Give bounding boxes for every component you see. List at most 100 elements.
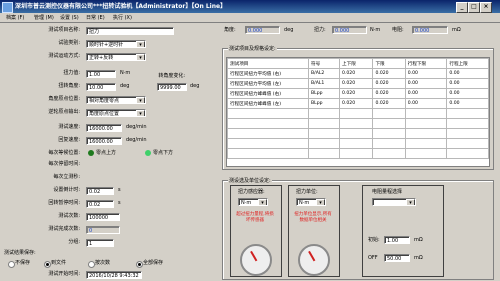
cell-symbol: B/AL1 <box>308 78 340 89</box>
cell-lower[interactable]: 0.020 <box>372 68 406 79</box>
cell-lower[interactable]: 0.020 <box>372 88 406 99</box>
twist-angle-unit: deg <box>120 83 130 89</box>
label-test-speed: 测试速度: <box>58 124 80 130</box>
torque-value-input[interactable]: 1.00 <box>86 70 116 78</box>
initial-unit: mΩ <box>414 237 423 243</box>
torque-unit: N·m <box>120 70 131 76</box>
cell-stroke-upper[interactable]: 0.00 <box>446 88 489 99</box>
resistance-range-select[interactable] <box>372 198 416 206</box>
table-row-empty <box>227 108 489 119</box>
torque-unit-gauge <box>298 244 330 276</box>
cell-symbol: BLpp <box>308 88 340 99</box>
resistance-readout-unit: mΩ <box>452 27 461 33</box>
twist-angle-input[interactable]: 10.00 <box>86 83 116 91</box>
test-speed-unit: deg/min <box>126 124 147 130</box>
radio-to-file-label: 到文件 <box>51 260 67 266</box>
menu-execute[interactable]: 执行 (X) <box>113 14 132 21</box>
cell-stroke-lower[interactable]: 0.00 <box>404 98 448 109</box>
close-button[interactable]: × <box>480 2 492 13</box>
torque-unit-select[interactable]: N·m <box>296 198 326 206</box>
countdown-unit: s <box>118 187 121 193</box>
label-stand-time: 每次立测秒: <box>53 174 80 180</box>
spec-table: 测试项目 符号 上下限 下限 行程下限 行程上限 行程区间扭力平均值 (右) B… <box>227 58 489 159</box>
group-input[interactable]: 1 <box>86 239 114 247</box>
table-row[interactable]: 行程区间扭力平均值 (右) B/AL2 0.020 0.020 0.00 0.0… <box>227 68 489 79</box>
cell-stroke-upper[interactable]: 0.00 <box>446 98 489 109</box>
initial-label: 初始: <box>368 237 380 243</box>
cell-stroke-lower[interactable]: 0.00 <box>404 68 448 79</box>
torque-sensor-select[interactable]: N·m <box>238 198 268 206</box>
origin-output-select[interactable]: 角度原点位置 <box>86 109 146 117</box>
menu-bar: 档案 (F) 管理 (M) 设置 (S) 日常 (E) 执行 (X) <box>0 13 500 22</box>
table-row-empty <box>227 128 489 139</box>
torque-readout-unit: N·m <box>370 27 381 33</box>
menu-daily[interactable]: 日常 (E) <box>86 14 105 21</box>
cell-upper[interactable]: 0.020 <box>338 68 374 79</box>
test-speed-input[interactable]: 16000.00 <box>86 124 122 132</box>
pause-time-input[interactable]: 0.02 <box>86 200 114 208</box>
menu-manage[interactable]: 管理 (M) <box>34 14 54 21</box>
test-type-select[interactable]: 顺时针+逆时针 <box>86 40 146 48</box>
angle-readout-value: 0.000 <box>245 26 280 34</box>
label-wait-position: 每次等候位置: <box>48 150 80 156</box>
window-title: 深圳市普云测控仪器有限公司***扭转试验机【Administrator】【On … <box>15 3 227 10</box>
pos-down-indicator[interactable] <box>145 150 151 156</box>
pos-up-indicator[interactable] <box>88 150 94 156</box>
col-header-item: 测试项目 <box>227 58 309 69</box>
gauge-needle <box>250 250 258 262</box>
initial-input[interactable]: 1.00 <box>384 236 410 244</box>
cell-lower[interactable]: 0.020 <box>372 78 406 89</box>
cell-stroke-lower[interactable]: 0.00 <box>404 78 448 89</box>
label-twist-angle: 扭转角度: <box>58 83 80 89</box>
motion-mode-select[interactable]: 正转+反转 <box>86 53 146 61</box>
cell-item: 行程区间扭力平均值 (左) <box>227 78 309 89</box>
table-row[interactable]: 行程区间扭力峰峰值 (左) BLpp 0.020 0.020 0.00 0.00 <box>227 98 489 109</box>
angle-origin-select[interactable]: 相对角度零点 <box>86 96 146 104</box>
label-test-count: 测试次数: <box>58 213 80 219</box>
label-motion-mode: 测试运动方式: <box>48 53 80 59</box>
off-input[interactable]: 50.00 <box>384 254 410 262</box>
label-group: 分组: <box>68 239 80 245</box>
table-row-empty <box>227 138 489 149</box>
gauge-needle <box>308 250 316 262</box>
radio-save-all[interactable] <box>136 261 143 268</box>
cell-item: 行程区间扭力峰峰值 (左) <box>227 98 309 109</box>
label-pause-time: 回转暂停时间: <box>48 200 80 206</box>
angle-readout-unit: deg <box>284 27 294 33</box>
col-header-symbol: 符号 <box>308 58 340 69</box>
test-count-input[interactable]: 100000 <box>86 213 120 221</box>
cell-stroke-upper[interactable]: 0.00 <box>446 68 489 79</box>
col-header-lower: 下限 <box>372 58 406 69</box>
radio-no-save[interactable] <box>8 261 15 268</box>
test-name-input[interactable]: 扭力 <box>86 27 174 35</box>
angle-limit-input[interactable]: 9999.00 <box>157 83 187 91</box>
angle-limit-unit: deg <box>190 83 200 89</box>
label-return-speed: 回复速度: <box>58 137 80 143</box>
label-torque-value: 扭力值: <box>63 70 80 76</box>
torque-sensor-warning: 超过扭力量程,将损坏传感器 <box>236 212 274 223</box>
angle-readout-label: 角度: <box>224 27 236 33</box>
cell-upper[interactable]: 0.020 <box>338 98 374 109</box>
radio-to-file[interactable] <box>44 261 51 268</box>
sensor-section-title: 测设选及单位设定: <box>228 177 272 184</box>
cell-item: 行程区间扭力峰峰值 (右) <box>227 88 309 99</box>
return-speed-input[interactable]: 16000.00 <box>86 137 122 145</box>
cell-stroke-upper[interactable]: 0.00 <box>446 78 489 89</box>
table-row[interactable]: 行程区间扭力平均值 (左) B/AL1 0.020 0.020 0.00 0.0… <box>227 78 489 89</box>
cell-lower[interactable]: 0.020 <box>372 98 406 109</box>
label-dwell-time: 每次停留时间: <box>48 161 80 167</box>
table-row[interactable]: 行程区间扭力峰峰值 (右) BLpp 0.020 0.020 0.00 0.00 <box>227 88 489 99</box>
radio-by-count[interactable] <box>88 261 95 268</box>
cell-upper[interactable]: 0.020 <box>338 88 374 99</box>
maximize-button[interactable]: □ <box>468 2 480 13</box>
menu-file[interactable]: 档案 (F) <box>6 14 24 21</box>
label-completed-count: 测试完成次数: <box>48 226 80 232</box>
table-row-empty <box>227 118 489 129</box>
countdown-input[interactable]: 0.02 <box>86 187 114 195</box>
resistance-readout-value: 0.000 <box>412 26 448 34</box>
minimize-button[interactable]: _ <box>456 2 468 13</box>
menu-settings[interactable]: 设置 (S) <box>60 14 79 21</box>
off-label: OFF <box>368 255 378 261</box>
cell-stroke-lower[interactable]: 0.00 <box>404 88 448 99</box>
cell-upper[interactable]: 0.020 <box>338 78 374 89</box>
